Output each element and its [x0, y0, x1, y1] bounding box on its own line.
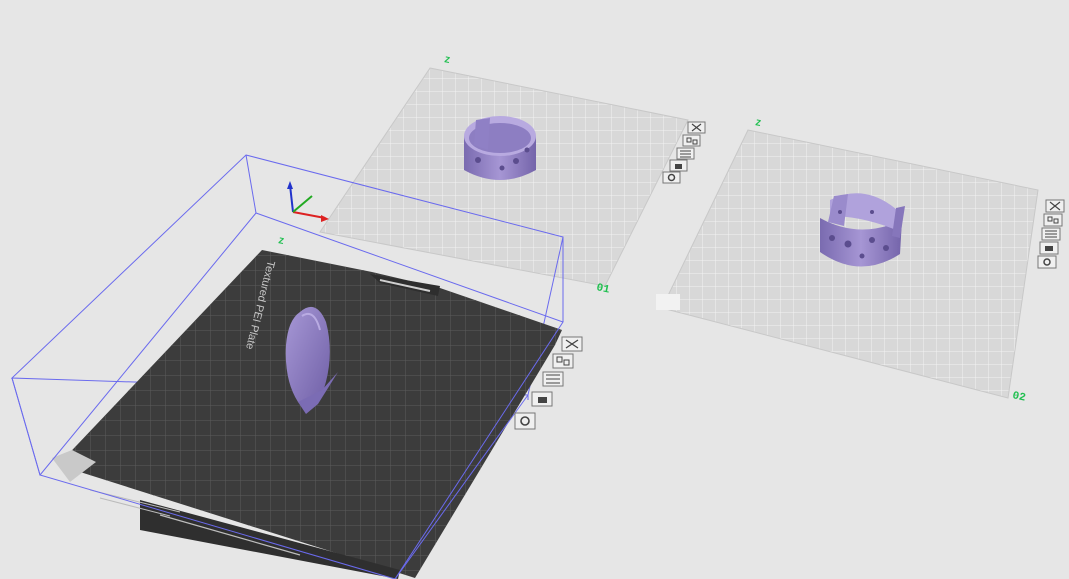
arrange-plate-button[interactable] [552, 353, 574, 369]
arrange-plate-button[interactable] [1043, 213, 1063, 227]
plate-settings-button[interactable] [1037, 255, 1057, 269]
lock-plate-button[interactable] [669, 159, 688, 172]
orient-plate-button[interactable] [676, 147, 695, 160]
plate-2-label: 02 [1011, 390, 1026, 404]
remove-plate-button[interactable] [687, 121, 706, 134]
arrange-plate-button[interactable] [682, 134, 701, 147]
plate-settings-button[interactable] [514, 412, 536, 430]
plate-2[interactable]: Z 02 [656, 118, 1065, 405]
plate-2-corner-mark: Z [754, 118, 761, 129]
axis-gizmo [287, 181, 329, 222]
lock-plate-button[interactable] [531, 391, 553, 407]
plate-2-tools [1037, 199, 1065, 269]
lock-icon [1045, 246, 1053, 251]
orient-plate-button[interactable] [542, 371, 564, 387]
plate-0-corner-mark: Z [277, 236, 284, 247]
cup-model-plate-1[interactable] [464, 116, 536, 180]
3d-viewport[interactable]: Z 01 Z 02 Textured PEI Plate Z [0, 0, 1069, 579]
lock-icon [538, 397, 547, 403]
plate-1-corner-mark: Z [443, 55, 450, 66]
plate-settings-button[interactable] [662, 171, 681, 184]
lock-plate-button[interactable] [1039, 241, 1059, 255]
remove-plate-button[interactable] [1045, 199, 1065, 213]
plate-1-label: 01 [595, 282, 611, 297]
remove-plate-button[interactable] [561, 336, 583, 352]
orient-plate-button[interactable] [1041, 227, 1061, 241]
lock-icon [675, 164, 682, 169]
plate-1[interactable]: Z 01 [319, 55, 706, 297]
